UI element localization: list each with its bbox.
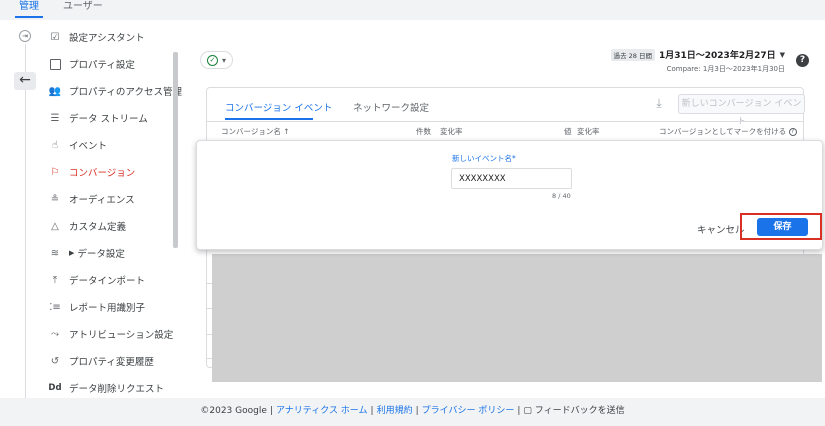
tab-underline	[225, 118, 313, 120]
sidebar-item-label: コンバージョン	[69, 168, 136, 179]
dd-icon: Dd	[48, 383, 62, 393]
date-range: 1月31日～2023年2月27日	[658, 51, 776, 61]
period-badge: 過去 28 日間	[610, 48, 655, 61]
help-icon[interactable]: ?	[788, 128, 797, 136]
sidebar-item-label: オーディエンス	[69, 195, 135, 206]
upload-icon: ⤒	[52, 274, 58, 286]
save-highlight-box: 保存	[740, 213, 822, 240]
sidebar-item-events[interactable]: ☝ イベント	[48, 136, 172, 154]
char-count: 8 / 40	[552, 192, 571, 200]
sidebar-item-label: プロパティ変更履歴	[69, 357, 154, 368]
sidebar-item-property-settings[interactable]: プロパティ設定	[48, 55, 172, 73]
sidebar-item-setup-assistant[interactable]: ☑ 設定アシスタント	[48, 28, 172, 46]
column-header-label: コンバージョンとしてマークを付ける	[659, 127, 787, 136]
checkbox-icon: ☑	[50, 31, 60, 43]
admin-sidebar: ⇥ ← ☑ 設定アシスタント プロパティ設定 👥 プロパティのアクセス管理 ☰ …	[0, 20, 188, 398]
people-icon: 👥	[48, 85, 62, 97]
property-icon	[48, 57, 62, 71]
sidebar-item-audiences[interactable]: ≗ オーディエンス	[48, 190, 172, 208]
chevron-right-icon: ▶	[69, 249, 75, 257]
sidebar-item-reporting-identity[interactable]: ⁚≡ レポート用識別子	[48, 298, 172, 316]
tab-admin[interactable]: 管理	[15, 0, 43, 20]
sidebar-item-label: アトリビューション設定	[69, 330, 174, 341]
sidebar-item-conversions[interactable]: ⚐ コンバージョン	[48, 163, 172, 181]
chevron-down-icon: ▾	[221, 55, 226, 65]
sidebar-item-data-deletion[interactable]: Dd データ削除リクエスト	[48, 379, 172, 397]
database-icon: ≋	[50, 247, 60, 259]
sidebar-item-property-access[interactable]: 👥 プロパティのアクセス管理	[48, 82, 182, 100]
feedback-icon[interactable]: ▢	[523, 406, 532, 416]
shapes-icon: △	[51, 220, 59, 232]
footer-link-terms[interactable]: 利用規約	[377, 406, 413, 416]
column-header-change[interactable]: 変化率	[440, 126, 463, 137]
identifier-icon: ⁚≡	[49, 301, 61, 313]
loading-placeholder	[212, 254, 822, 382]
sidebar-item-label: データ削除リクエスト	[69, 384, 165, 395]
streams-icon: ☰	[50, 112, 60, 124]
sidebar-item-label: プロパティのアクセス管理	[69, 87, 182, 98]
audience-icon: ≗	[50, 193, 60, 205]
date-range-picker[interactable]: 過去 28 日間 1月31日～2023年2月27日 ▼ Compare: 1月3…	[610, 48, 785, 74]
collapse-icon[interactable]: ⇥	[19, 30, 31, 42]
column-header-name[interactable]: コンバージョン名 ↑	[221, 126, 290, 137]
sidebar-rail	[25, 44, 26, 398]
tab-network-settings[interactable]: ネットワーク設定	[353, 100, 429, 114]
sidebar-item-label: イベント	[69, 141, 108, 152]
sidebar-item-label: データ設定	[77, 249, 125, 260]
tab-conversion-events[interactable]: コンバージョン イベント	[225, 100, 332, 114]
arrow-left-icon[interactable]: ←	[14, 72, 36, 90]
sidebar-item-label: 設定アシスタント	[69, 33, 145, 44]
footer-link-privacy[interactable]: プライバシー ポリシー	[422, 406, 515, 416]
flag-icon: ⚐	[50, 166, 60, 178]
new-event-name-input[interactable]	[451, 168, 572, 189]
cancel-button[interactable]: キャンセル	[697, 222, 745, 236]
history-icon: ↺	[50, 355, 60, 367]
new-conversion-event-button[interactable]: 新しいコンバージョン イベント	[678, 94, 805, 127]
sidebar-item-data-streams[interactable]: ☰ データ ストリーム	[48, 109, 172, 127]
feedback-link[interactable]: フィードバックを送信	[535, 406, 625, 416]
sidebar-item-attribution-settings[interactable]: ⤳ アトリビューション設定	[48, 325, 174, 343]
sidebar-item-label: データ ストリーム	[69, 114, 148, 125]
sidebar-item-label: レポート用識別子	[69, 303, 146, 314]
footer-link-analytics-home[interactable]: アナリティクス ホーム	[276, 406, 368, 416]
column-header-value[interactable]: 値	[564, 126, 572, 137]
column-header-count[interactable]: 件数	[416, 126, 431, 137]
top-tab-bar: 管理 ユーザー	[0, 0, 825, 20]
sidebar-item-custom-definitions[interactable]: △ カスタム定義	[48, 217, 172, 235]
save-button[interactable]: 保存	[757, 218, 808, 236]
divider	[207, 121, 803, 122]
footer: ©2023 Google | アナリティクス ホーム | 利用規約 | プライバシー ポリシ…	[200, 406, 625, 416]
tab-users[interactable]: ユーザー	[63, 0, 103, 20]
new-event-name-dialog: 新しいイベント名* 8 / 40 キャンセル 保存	[196, 140, 823, 250]
touch-icon: ☝	[51, 139, 59, 151]
check-circle-icon: ✓	[206, 54, 218, 66]
status-chip[interactable]: ✓ ▾	[200, 51, 233, 69]
sidebar-item-change-history[interactable]: ↺ プロパティ変更履歴	[48, 352, 172, 370]
new-event-name-label: 新しいイベント名*	[452, 154, 516, 163]
sidebar-item-label: プロパティ設定	[69, 60, 135, 71]
copyright: ©2023 Google	[200, 406, 267, 416]
help-icon[interactable]: ?	[796, 54, 809, 67]
attribution-icon: ⤳	[51, 328, 59, 340]
sidebar-scrollbar[interactable]	[173, 52, 178, 248]
sidebar-item-data-settings[interactable]: ≋ ▶ データ設定	[48, 244, 172, 262]
chevron-down-icon: ▼	[779, 50, 785, 59]
download-icon[interactable]: ⤓	[652, 96, 666, 110]
column-header-value-change[interactable]: 変化率	[577, 126, 600, 137]
sidebar-item-label: カスタム定義	[69, 222, 127, 233]
column-header-mark-as-conversion[interactable]: コンバージョンとしてマークを付ける ?	[659, 126, 797, 137]
sidebar-item-data-import[interactable]: ⤒ データインポート	[48, 271, 172, 289]
compare-range: Compare: 1月3日～2023年1月30日	[666, 65, 785, 73]
sidebar-item-label: データインポート	[69, 276, 146, 287]
